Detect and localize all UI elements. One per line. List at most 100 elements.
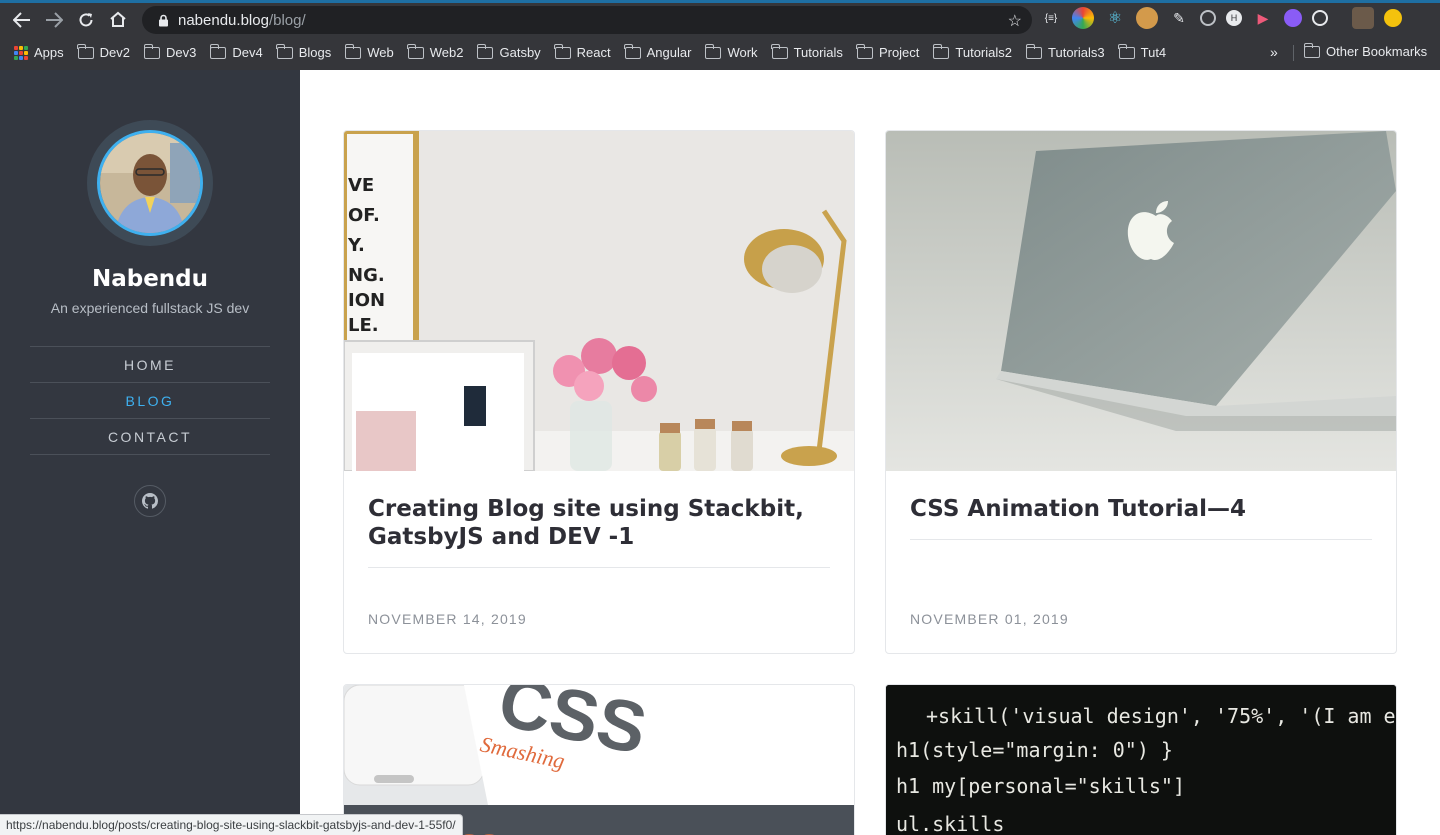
post-date: NOVEMBER 14, 2019 <box>368 611 527 627</box>
post-thumbnail[interactable] <box>886 131 1396 471</box>
bookmark-label: Tut4 <box>1140 45 1167 60</box>
bookmark-folder[interactable]: Dev2 <box>77 43 130 60</box>
avatar[interactable] <box>97 130 203 236</box>
color-picker-extension-icon[interactable] <box>1072 7 1094 29</box>
target-extension-icon[interactable] <box>1200 10 1216 26</box>
bookmark-folder[interactable]: Tutorials3 <box>1025 43 1105 60</box>
post-card[interactable]: VE OF. Y. NG. ION LE. Creating Blog site… <box>343 130 855 654</box>
site-menu: HOME BLOG CONTACT <box>30 346 270 455</box>
bookmark-folder[interactable]: Blogs <box>276 43 332 60</box>
other-bookmarks[interactable]: Other Bookmarks <box>1303 42 1428 59</box>
folder-icon <box>77 43 94 59</box>
bookmark-folder[interactable]: Dev3 <box>143 43 197 60</box>
update-indicator-icon[interactable] <box>1384 9 1402 27</box>
macbook-image <box>886 131 1396 471</box>
bookmark-folder[interactable]: Web2 <box>407 43 464 60</box>
pen-extension-icon[interactable]: ✎ <box>1168 7 1190 29</box>
github-icon <box>142 493 158 509</box>
home-icon <box>110 11 126 27</box>
bookmark-label: Angular <box>646 45 692 60</box>
svg-text:VE: VE <box>348 175 374 196</box>
bookmarks-separator <box>1293 45 1294 61</box>
folder-icon <box>276 43 293 59</box>
github-link[interactable] <box>134 485 166 517</box>
post-thumbnail[interactable]: +skill('visual design', '75%', '(I am ea… <box>886 685 1396 835</box>
folder-icon <box>1118 43 1135 59</box>
bookmark-label: Blogs <box>298 45 332 60</box>
bookmark-folder[interactable]: Dev4 <box>209 43 263 60</box>
forward-button[interactable] <box>38 4 70 36</box>
video-extension-icon[interactable]: ▶ <box>1252 7 1274 29</box>
avatar-ring <box>87 120 213 246</box>
post-card[interactable]: +skill('visual design', '75%', '(I am ea… <box>885 684 1397 835</box>
profile-avatar-icon[interactable] <box>1352 7 1374 29</box>
purple-extension-icon[interactable] <box>1284 9 1302 27</box>
blog-feed: VE OF. Y. NG. ION LE. Creating Blog site… <box>300 70 1440 835</box>
bookmark-folder[interactable]: Project <box>856 43 920 60</box>
react-devtools-icon[interactable]: ⚛ <box>1104 7 1126 29</box>
bookmark-folder[interactable]: Work <box>704 43 758 60</box>
post-title[interactable]: Creating Blog site using Stackbit, Gatsb… <box>368 495 830 568</box>
post-title[interactable]: CSS Animation Tutorial—4 <box>910 495 1372 540</box>
folder-icon <box>624 43 641 59</box>
folder-icon <box>209 43 227 59</box>
code-line: +skill('visual design', '75%', '(I am ea… <box>926 704 1396 728</box>
home-button[interactable] <box>102 4 134 36</box>
post-thumbnail[interactable]: CSS Smashing NG CSS TO THE LATEST IN CSS <box>344 685 854 835</box>
bookmark-folder[interactable]: React <box>554 43 611 60</box>
address-bar[interactable]: nabendu.blog/blog/ ☆ <box>142 6 1032 34</box>
bookmark-star-icon[interactable]: ☆ <box>1008 11 1022 31</box>
lock-icon <box>156 13 170 27</box>
bookmark-folder[interactable]: Tut4 <box>1118 43 1167 60</box>
bookmark-label: Dev3 <box>166 45 197 60</box>
json-extension-icon[interactable]: {≡} <box>1040 7 1062 29</box>
folder-icon <box>554 43 571 59</box>
post-thumbnail[interactable]: VE OF. Y. NG. ION LE. <box>344 131 854 471</box>
bookmark-label: Tutorials3 <box>1048 45 1105 60</box>
post-card[interactable]: CSS Animation Tutorial—4 NOVEMBER 01, 20… <box>885 130 1397 654</box>
bookmark-folder[interactable]: Angular <box>624 43 692 60</box>
url-host: nabendu.blog <box>178 11 269 29</box>
menu-item-blog[interactable]: BLOG <box>30 383 270 419</box>
bookmark-label: Web2 <box>429 45 464 60</box>
post-card[interactable]: CSS Smashing NG CSS TO THE LATEST IN CSS <box>343 684 855 835</box>
svg-text:Y.: Y. <box>347 235 365 256</box>
desk-flowers-image: VE OF. Y. NG. ION LE. <box>344 131 854 471</box>
site-sidebar: Nabendu An experienced fullstack JS dev … <box>0 70 300 835</box>
svg-text:ION: ION <box>348 290 385 311</box>
bookmark-label: Web <box>367 45 394 60</box>
bookmark-folder[interactable]: Gatsby <box>476 43 541 60</box>
bookmark-label: React <box>576 45 611 60</box>
bookmark-label: Apps <box>34 45 64 60</box>
menu-item-contact[interactable]: CONTACT <box>30 419 270 455</box>
folder-icon <box>704 43 722 59</box>
folder-icon <box>932 43 950 59</box>
bookmark-label: Project <box>878 45 920 60</box>
h-extension-icon[interactable]: H <box>1226 10 1242 26</box>
bookmarks-overflow-button[interactable]: » <box>1270 44 1278 60</box>
folder-icon <box>1303 42 1320 58</box>
arrow-right-icon <box>46 11 63 28</box>
folder-icon <box>476 43 494 59</box>
svg-text:OF.: OF. <box>348 205 380 226</box>
reload-button[interactable] <box>70 4 102 36</box>
folder-icon <box>143 43 160 59</box>
code-line: h1 my[personal="skills"] <box>896 774 1185 798</box>
bookmark-apps[interactable]: Apps <box>14 45 64 60</box>
folder-icon <box>344 43 362 59</box>
bookmark-folder[interactable]: Tutorials2 <box>932 43 1012 60</box>
browser-toolbar: nabendu.blog/blog/ ☆ {≡} ⚛ ✎ H ▶ <box>0 3 1440 36</box>
cookie-extension-icon[interactable] <box>1136 7 1158 29</box>
bookmark-folder[interactable]: Tutorials <box>771 43 843 60</box>
site-title[interactable]: Nabendu <box>0 266 300 292</box>
other-bookmarks-label: Other Bookmarks <box>1326 44 1428 59</box>
extensions-area: {≡} ⚛ ✎ H ▶ <box>1040 7 1402 29</box>
bookmark-folder[interactable]: Web <box>344 43 394 60</box>
folder-icon <box>1025 43 1043 59</box>
code-line: ul.skills <box>896 812 1004 835</box>
menu-item-home[interactable]: HOME <box>30 347 270 383</box>
avatar-photo <box>100 133 200 233</box>
clock-extension-icon[interactable] <box>1312 10 1328 26</box>
bookmark-label: Gatsby <box>499 45 541 60</box>
back-button[interactable] <box>6 4 38 36</box>
